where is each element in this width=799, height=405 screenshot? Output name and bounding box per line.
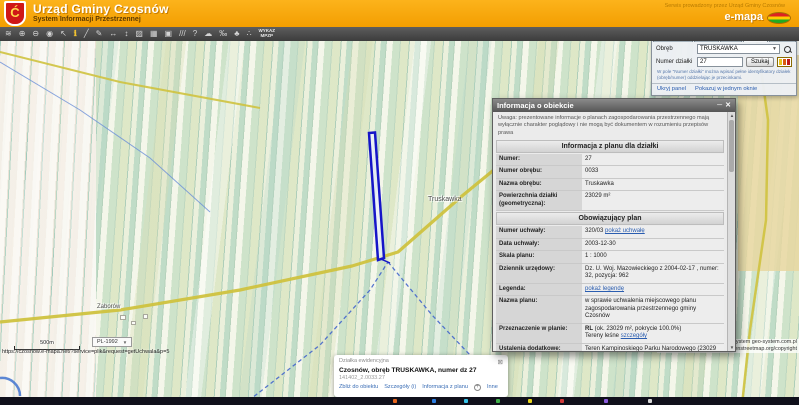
plus-circle-icon[interactable]: +	[474, 384, 481, 391]
zoom-out-icon[interactable]: ⊖	[32, 27, 39, 41]
close-icon[interactable]: ✕	[725, 101, 731, 111]
map-toolbar: ≋ ⊕ ⊖ ◉ ↖ ℹ ╱ ✎ ↔ ↕ ▨ ▦ ▣ /// ? ☁ ‰ ♣ ∴ …	[0, 27, 799, 41]
zoom-to-object-link[interactable]: Zbliż do obiektu	[339, 384, 378, 390]
app-header: Ć Urząd Gminy Czosnów System Informacji …	[0, 0, 799, 27]
parcel-popup-title: Działka ewidencyjna	[339, 358, 389, 366]
table-row: Przeznaczenie w planie: RL (ok. 23029 m²…	[496, 324, 724, 344]
gallery-icon[interactable]: ▣	[165, 27, 173, 41]
hide-panel-link[interactable]: Ukryj panel	[657, 86, 686, 92]
table-row: Numer:27	[496, 154, 724, 167]
numer-dzialki-label: Numer działki	[656, 59, 694, 65]
map-label-zaborow: Zaborów	[97, 304, 120, 310]
draw-line-icon[interactable]: ╱	[84, 27, 89, 41]
scroll-down-icon[interactable]: ▼	[728, 345, 736, 350]
zoom-in-icon[interactable]: ⊕	[19, 27, 26, 41]
app-title: Urząd Gminy Czosnów	[33, 2, 169, 16]
cloud-icon[interactable]: ☁	[204, 27, 212, 41]
edit-icon[interactable]: ✎	[96, 27, 103, 41]
taskbar-app-icon[interactable]	[604, 399, 608, 403]
taskbar-app-icon[interactable]	[560, 399, 564, 403]
section-parcel-info: Informacja z planu dla działki	[496, 140, 724, 153]
other-link[interactable]: Inne	[487, 384, 498, 390]
info-icon[interactable]: ℹ	[74, 27, 77, 41]
plan-disclaimer: Uwaga: prezentowane informacje o planach…	[496, 114, 724, 139]
table-row: Data uchwały:2003-12-30	[496, 239, 724, 252]
transparency-icon[interactable]: ▨	[135, 27, 143, 41]
parcel-name: Czosnów, obręb TRUSKAWKA, numer dz 27	[339, 367, 503, 374]
chevron-down-icon: ▼	[772, 46, 777, 52]
search-icon[interactable]	[783, 45, 792, 54]
grid-icon[interactable]: ▦	[150, 27, 158, 41]
building-footprint	[120, 315, 126, 320]
points-icon[interactable]: ∴	[246, 27, 251, 41]
dialog-body: Uwaga: prezentowane informacje o planach…	[493, 112, 727, 351]
table-row: Legenda: pokaż legendę	[496, 284, 724, 297]
select-circle-icon[interactable]: ◉	[46, 27, 53, 41]
emapa-globe-icon	[767, 12, 791, 24]
building-footprint	[143, 314, 148, 319]
show-resolution-link[interactable]: pokaż uchwałę	[605, 228, 645, 234]
map-label-truskawka: Truskawka	[428, 196, 462, 203]
chevron-down-icon: ▼	[123, 340, 127, 345]
parcel-popup: Działka ewidencyjna ⊠ Czosnów, obręb TRU…	[334, 355, 508, 397]
scrollbar-thumb[interactable]	[729, 120, 734, 172]
pan-horizontal-icon[interactable]: ↔	[109, 27, 117, 41]
layers-icon[interactable]: ≋	[5, 27, 12, 41]
wykaz-mpzp-button[interactable]: WYKAZ MPZP	[259, 29, 276, 39]
plan-legend-toggle-icon[interactable]	[777, 57, 792, 67]
section-current-plan: Obowiązujący plan	[496, 212, 724, 225]
table-row: Numer obrębu:0033	[496, 166, 724, 179]
service-note: Serwis prowadzony przez Urząd Gminy Czos…	[665, 3, 785, 9]
popup-close-icon[interactable]: ⊠	[498, 358, 503, 366]
search-hint-text: W pole "Numer działki" można wpisać pełn…	[652, 68, 796, 83]
measure-vertical-icon[interactable]: ↕	[124, 27, 128, 41]
numer-dzialki-input[interactable]: 27	[697, 57, 743, 67]
taskbar-app-icon[interactable]	[393, 399, 397, 403]
forest-icon[interactable]: ♣	[234, 27, 239, 41]
help-icon[interactable]: ?	[193, 27, 197, 41]
coordinates-icon[interactable]: ‰	[219, 27, 227, 41]
parcel-id: 141402_2.0033.27	[339, 375, 503, 381]
obreb-select[interactable]: TRUSKAWKA ▼	[697, 44, 780, 54]
table-row: Ustalenia dodatkowe:Teren Kampinoskiego …	[496, 344, 724, 351]
plan-info-link[interactable]: Informacja z planu	[422, 384, 468, 390]
cursor-icon[interactable]: ↖	[60, 27, 67, 41]
selected-parcel-outline	[369, 133, 384, 261]
building-footprint	[131, 321, 136, 325]
hatch-icon[interactable]: ///	[179, 27, 186, 41]
municipality-crest-logo: Ć	[4, 1, 26, 26]
single-window-link[interactable]: Pokazuj w jednym oknie	[695, 86, 757, 92]
scroll-up-icon[interactable]: ▲	[728, 113, 736, 118]
taskbar-app-icon[interactable]	[528, 399, 532, 403]
dialog-title-bar[interactable]: Informacja o obiekcie ─ ✕	[493, 99, 735, 112]
table-row: Nazwa planu:w sprawie uchwalenia miejsco…	[496, 296, 724, 324]
taskbar-app-icon[interactable]	[496, 399, 500, 403]
table-row: Dziennik urzędowy:Dz. U. Woj. Mazowiecki…	[496, 264, 724, 284]
table-row: Nazwa obrębu:Truskawka	[496, 179, 724, 192]
show-legend-link[interactable]: pokaż legendę	[585, 286, 624, 292]
app-subtitle: System Informacji Przestrzennej	[33, 16, 141, 23]
details-link[interactable]: Szczegóły (i)	[384, 384, 416, 390]
table-row: Powierzchnia działki (geometryczna):2302…	[496, 191, 724, 211]
emapa-brand[interactable]: e-mapa	[724, 11, 763, 23]
taskbar-app-icon[interactable]	[432, 399, 436, 403]
os-taskbar[interactable]	[0, 397, 799, 405]
status-bar-url: https://czosnow.e-mapa.net/?service=plik…	[2, 349, 169, 355]
obreb-label: Obręb	[656, 46, 694, 52]
crs-selector[interactable]: PL-1992 ▼	[92, 337, 132, 347]
taskbar-app-icon[interactable]	[648, 399, 652, 403]
app-window: Truskawka Zaborów Ć Urząd Gminy Czosnów …	[0, 0, 799, 405]
object-info-dialog: Informacja o obiekcie ─ ✕ Uwaga: prezent…	[492, 98, 736, 352]
dialog-scrollbar[interactable]: ▲ ▼	[727, 112, 735, 351]
table-row: Numer uchwały: 320/03 pokaż uchwałę	[496, 226, 724, 239]
dialog-title: Informacja o obiekcie	[497, 101, 574, 110]
minimize-icon[interactable]: ─	[717, 101, 722, 111]
details-link[interactable]: szczegóły	[621, 333, 647, 339]
taskbar-app-icon[interactable]	[464, 399, 468, 403]
szukaj-button[interactable]: Szukaj	[746, 57, 774, 67]
table-row: Skala planu:1 : 1000	[496, 251, 724, 264]
